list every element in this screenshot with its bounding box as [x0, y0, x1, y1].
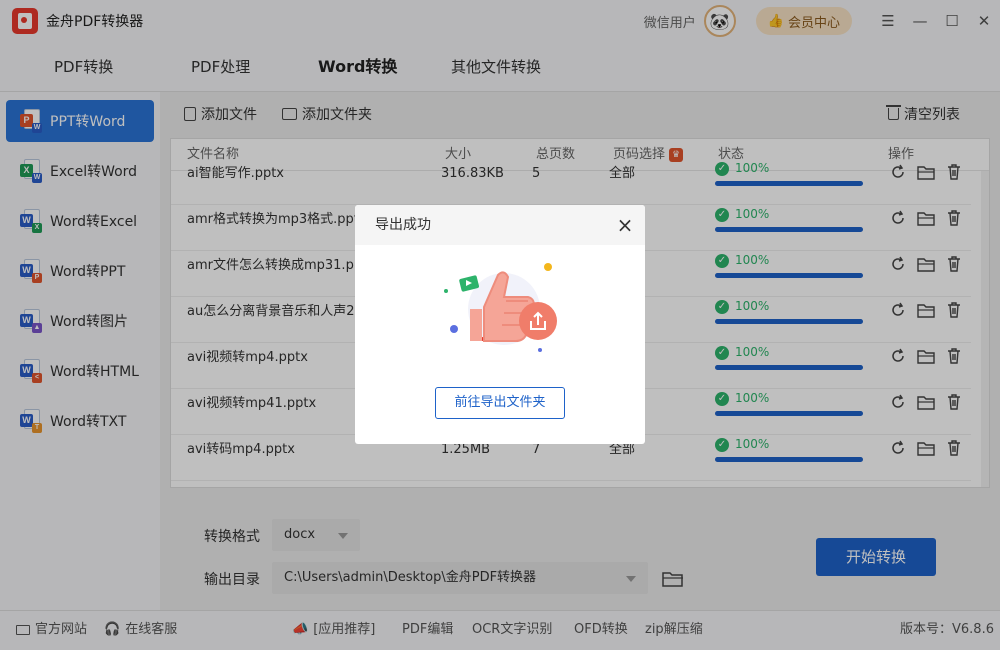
dialog-title: 导出成功	[375, 217, 431, 233]
export-success-dialog: 导出成功 × 前往导出文件夹	[355, 205, 645, 444]
dialog-header: 导出成功 ×	[355, 205, 645, 245]
thumbs-up-illustration-icon	[440, 257, 570, 361]
close-icon[interactable]: ×	[615, 215, 635, 235]
open-export-folder-button[interactable]: 前往导出文件夹	[435, 387, 565, 419]
